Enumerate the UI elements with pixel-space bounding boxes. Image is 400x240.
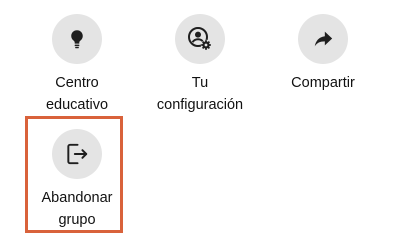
abandonar-grupo-label: Abandonar grupo bbox=[41, 190, 113, 228]
share-arrow-icon bbox=[312, 28, 334, 50]
tu-configuracion-button[interactable]: Tu configuración bbox=[145, 14, 255, 116]
tu-configuracion-icon-circle bbox=[175, 14, 225, 64]
centro-educativo-icon-circle bbox=[52, 14, 102, 64]
abandonar-grupo-icon-circle bbox=[52, 129, 102, 179]
compartir-button[interactable]: Compartir bbox=[268, 14, 378, 94]
tu-configuracion-label: Tu configuración bbox=[156, 75, 244, 113]
centro-educativo-button[interactable]: Centro educativo bbox=[22, 14, 132, 116]
compartir-icon-circle bbox=[298, 14, 348, 64]
compartir-label: Compartir bbox=[291, 75, 355, 91]
lightbulb-icon bbox=[66, 28, 88, 50]
leave-group-icon bbox=[64, 141, 90, 167]
account-settings-icon bbox=[187, 26, 213, 52]
abandonar-grupo-button[interactable]: Abandonar grupo bbox=[22, 129, 132, 231]
centro-educativo-label: Centro educativo bbox=[45, 75, 109, 113]
